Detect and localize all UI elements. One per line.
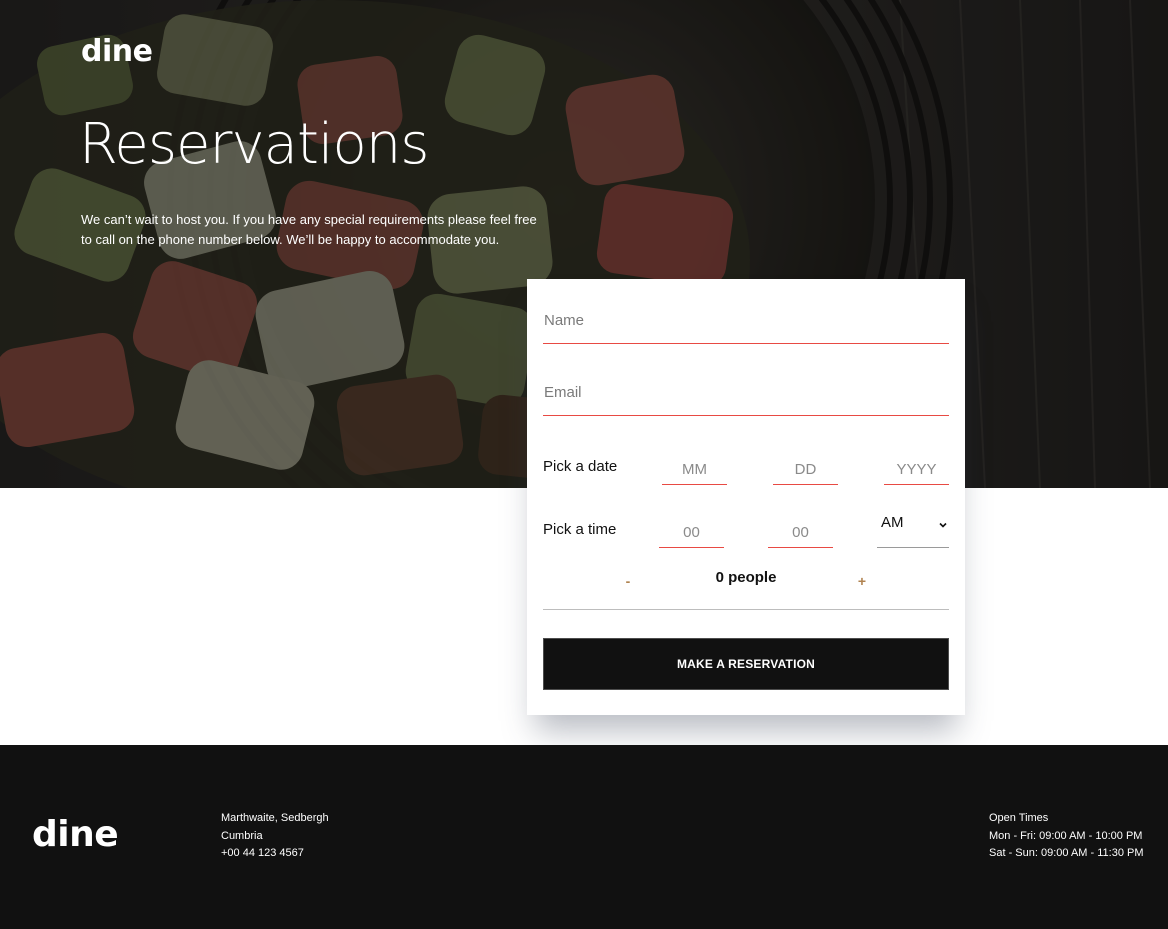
date-month-input[interactable]	[662, 455, 727, 484]
header-logo[interactable]: dine	[81, 34, 153, 69]
people-count: 0 people	[715, 569, 777, 586]
time-minute-wrapper	[768, 518, 833, 548]
address-line-1: Marthwaite, Sedbergh	[221, 812, 329, 824]
page-description: We can’t wait to host you. If you have a…	[81, 212, 537, 247]
time-hour-wrapper	[659, 518, 724, 548]
chevron-down-icon	[939, 522, 947, 528]
date-year-input[interactable]	[884, 455, 949, 484]
email-input[interactable]	[543, 370, 949, 415]
open-times-title: Open Times	[989, 812, 1049, 824]
date-day-wrapper	[773, 455, 838, 485]
footer: dine Marthwaite, Sedbergh Cumbria +00 44…	[0, 745, 1168, 929]
time-hour-input[interactable]	[659, 518, 724, 547]
people-counter: - 0 people +	[543, 569, 949, 610]
footer-logo[interactable]: dine	[32, 814, 119, 855]
date-month-wrapper	[662, 455, 727, 485]
reservation-form: Pick a date Pick a time AM - 0 people + …	[527, 279, 965, 715]
footer-address: Marthwaite, Sedbergh Cumbria +00 44 123 …	[221, 810, 329, 863]
date-year-wrapper	[884, 455, 949, 485]
page-title: Reservations	[79, 112, 429, 177]
phone-number: +00 44 123 4567	[221, 847, 304, 859]
make-reservation-button[interactable]: MAKE A RESERVATION	[543, 638, 949, 690]
time-minute-input[interactable]	[768, 518, 833, 547]
time-label: Pick a time	[543, 521, 617, 538]
weekday-hours: Mon - Fri: 09:00 AM - 10:00 PM	[989, 829, 1143, 842]
ampm-select[interactable]: AM	[877, 508, 949, 548]
name-input[interactable]	[543, 298, 949, 343]
footer-open-times: Open Times Mon - Fri: 09:00 AM - 10:00 P…	[989, 810, 1144, 863]
date-day-input[interactable]	[773, 455, 838, 484]
weekend-hours: Sat - Sun: 09:00 AM - 11:30 PM	[989, 847, 1144, 859]
increase-people-button[interactable]: +	[852, 573, 872, 589]
date-label: Pick a date	[543, 458, 618, 475]
ampm-value: AM	[881, 514, 904, 531]
email-field-wrapper	[543, 370, 949, 416]
name-field-wrapper	[543, 298, 949, 344]
address-line-2: Cumbria	[221, 829, 263, 842]
